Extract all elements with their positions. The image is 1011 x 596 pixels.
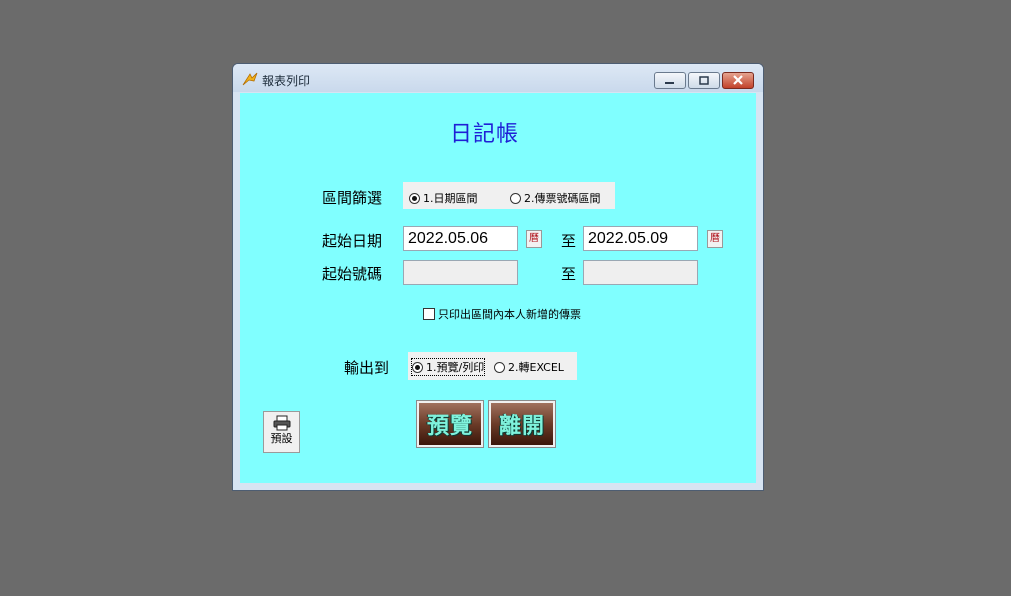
minimize-button[interactable] [654, 72, 686, 89]
start-date-calendar-button[interactable]: 曆 [526, 230, 542, 248]
title-bar[interactable]: 報表列印 [233, 64, 763, 92]
radio-button-icon [510, 192, 521, 204]
date-range-label: 起始日期 [322, 232, 383, 250]
minimize-icon [665, 82, 674, 84]
date-to-label: 至 [561, 232, 577, 250]
report-heading: 日記帳 [450, 122, 520, 147]
output-option-excel-label: 2.轉EXCEL [508, 361, 564, 374]
output-radio-group: 1.預覽/列印 2.轉EXCEL [408, 352, 577, 380]
end-date-calendar-button[interactable]: 曆 [707, 230, 723, 248]
exit-button-face: 離開 [491, 403, 553, 445]
printer-icon [273, 415, 290, 431]
only-mine-checkbox[interactable]: 只印出區間內本人新增的傳票 [423, 306, 581, 322]
default-button[interactable]: 預設 [263, 411, 300, 453]
filter-option-date[interactable]: 1.日期區間 [409, 190, 478, 206]
app-icon [242, 72, 258, 86]
preview-button-face: 預覽 [419, 403, 481, 445]
maximize-icon [699, 76, 709, 85]
output-option-excel[interactable]: 2.轉EXCEL [494, 359, 564, 375]
end-date-input[interactable]: 2022.05.09 [583, 226, 698, 251]
radio-button-icon [412, 361, 423, 373]
filter-radio-group: 1.日期區間 2.傳票號碼區間 [403, 182, 615, 209]
close-icon [733, 75, 743, 85]
exit-button-label: 離開 [498, 413, 545, 439]
preview-button-label: 預覽 [426, 413, 473, 439]
start-number-input[interactable] [403, 260, 518, 285]
number-range-label: 起始號碼 [322, 265, 383, 283]
default-button-label: 預設 [270, 432, 293, 445]
form-area: 日記帳 區間篩選 1.日期區間 2.傳票號碼區間 起始日期 2022.05.06… [240, 93, 756, 483]
report-print-window: 報表列印 日記帳 區間篩選 1.日期區間 2.傳票號碼區間 起始日期 2022.… [232, 63, 764, 491]
filter-label: 區間篩選 [322, 189, 383, 207]
start-date-input[interactable]: 2022.05.06 [403, 226, 518, 251]
calendar-icon: 曆 [529, 233, 539, 244]
only-mine-label: 只印出區間內本人新增的傳票 [438, 308, 581, 321]
output-option-preview[interactable]: 1.預覽/列印 [410, 358, 486, 376]
calendar-icon: 曆 [710, 233, 720, 244]
filter-option-voucher[interactable]: 2.傳票號碼區間 [510, 190, 601, 206]
checkbox-icon [423, 308, 435, 320]
output-option-preview-label: 1.預覽/列印 [426, 361, 485, 374]
number-to-label: 至 [561, 265, 577, 283]
filter-option-date-label: 1.日期區間 [423, 192, 478, 205]
close-button[interactable] [722, 72, 754, 89]
filter-option-voucher-label: 2.傳票號碼區間 [524, 192, 601, 205]
radio-button-icon [409, 192, 420, 204]
preview-button[interactable]: 預覽 [416, 400, 484, 448]
maximize-button[interactable] [688, 72, 720, 89]
end-number-input[interactable] [583, 260, 698, 285]
radio-button-icon [494, 361, 505, 373]
output-label: 輸出到 [344, 359, 390, 377]
window-title: 報表列印 [262, 74, 311, 88]
exit-button[interactable]: 離開 [488, 400, 556, 448]
